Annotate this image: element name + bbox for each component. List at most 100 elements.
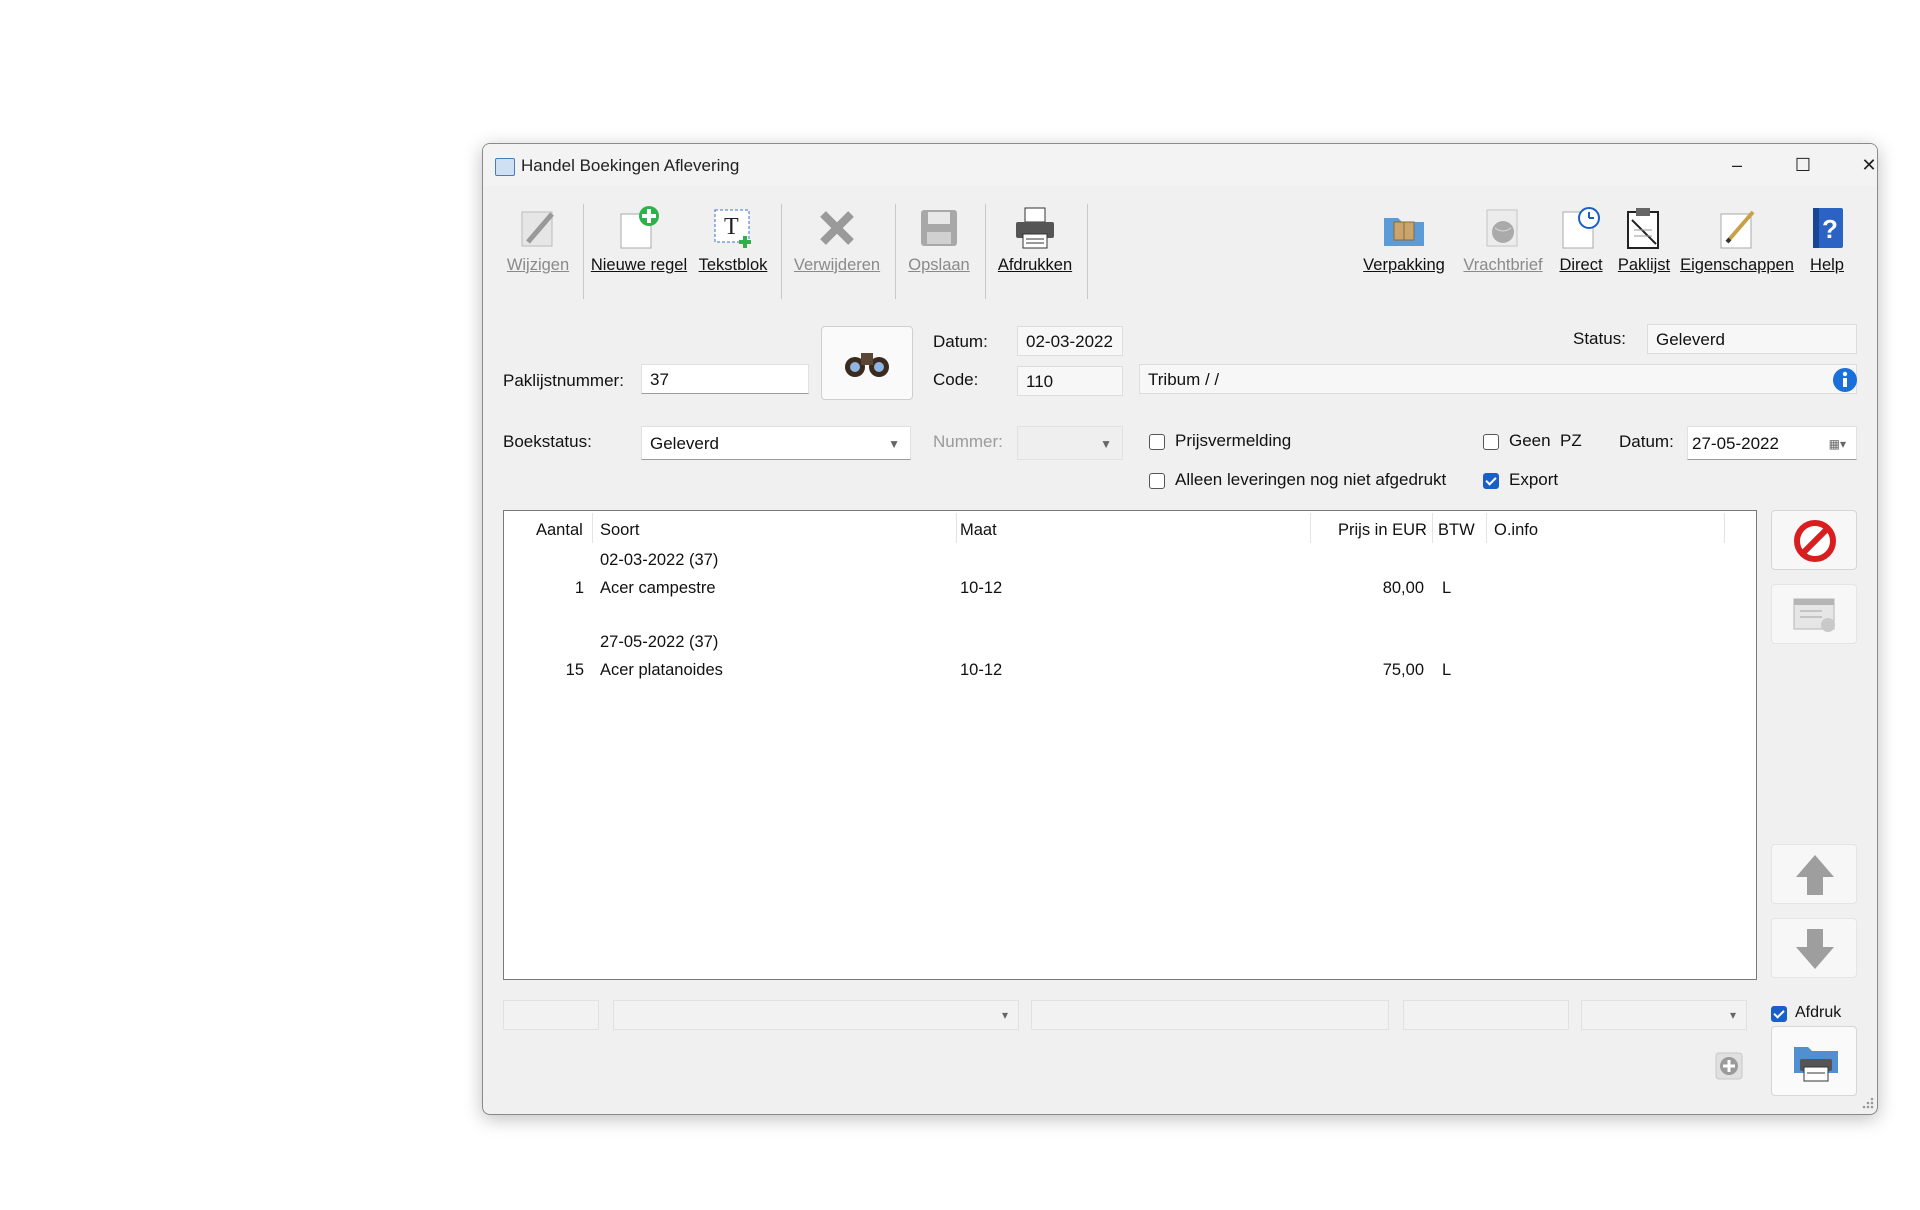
alleen-leveringen-label: Alleen leveringen nog niet afgedrukt [1175,470,1447,489]
datum2-label: Datum: [1619,432,1674,451]
app-icon [495,158,515,176]
search-button[interactable] [821,326,913,400]
arrow-down-icon [1796,929,1834,969]
info-icon[interactable] [1832,367,1858,393]
boekstatus-label: Boekstatus: [503,432,592,451]
nieuwe-regel-button[interactable]: Nieuwe regel [587,194,691,294]
printer-folder-icon [1794,1047,1838,1082]
resize-grip-icon[interactable] [1861,1096,1875,1110]
toolbar-separator [895,204,896,299]
row-btw[interactable]: L [1442,661,1451,680]
direct-button[interactable]: Direct [1553,194,1609,294]
bottom-field-1[interactable] [503,1000,599,1030]
maximize-button[interactable]: ☐ [1775,150,1831,180]
col-soort[interactable]: Soort [600,521,639,540]
export-label: Export [1509,470,1559,489]
datum-field[interactable]: 02-03-2022 [1017,326,1123,356]
boekstatus-value: Geleverd [650,434,719,453]
afdruk-checkbox[interactable] [1771,1006,1787,1022]
row-prijs[interactable]: 75,00 [1324,661,1424,680]
minimize-button[interactable]: – [1709,150,1765,180]
bottom-field-2[interactable] [1031,1000,1389,1030]
status-field: Geleverd [1647,324,1857,354]
bottom-select-1[interactable]: ▾ [613,1000,1019,1030]
tekstblok-button[interactable]: T Tekstblok [693,194,773,294]
row-soort[interactable]: Acer campestre [600,579,716,598]
boekstatus-select[interactable]: Geleverd ▼ [641,426,911,460]
bottom-select-2[interactable]: ▾ [1581,1000,1747,1030]
clock-document-icon [1559,206,1603,250]
row-aantal[interactable]: 1 [524,579,584,598]
code-field[interactable]: 110 [1017,366,1123,396]
col-maat[interactable]: Maat [960,521,997,540]
main-window: Handel Boekingen Aflevering – ☐ ✕ Wijzig… [482,143,1878,1115]
col-separator [1432,513,1433,543]
verwijderen-button[interactable]: Verwijderen [785,194,889,294]
alleen-leveringen-checkbox[interactable] [1149,473,1165,489]
afdruk-label: Afdruk [1795,1004,1842,1021]
col-prijs[interactable]: Prijs in EUR [1338,521,1427,540]
verpakking-button[interactable]: Verpakking [1355,194,1453,294]
afdrukken-button[interactable]: Afdrukken [989,194,1081,294]
pencil-icon [516,206,560,250]
text-block-icon: T [711,206,755,250]
binoculars-icon [845,353,889,377]
col-separator [592,513,593,543]
help-book-icon: ? [1805,206,1849,250]
toolbar-separator [1087,204,1088,299]
checklist-icon [1622,206,1666,250]
calendar-dropdown-icon[interactable]: ▦▾ [1829,427,1846,461]
close-button[interactable]: ✕ [1841,150,1877,180]
datum2-picker[interactable]: 27-05-2022 ▦▾ [1687,426,1857,460]
wijzigen-button[interactable]: Wijzigen [499,194,577,294]
paklijstnummer-input[interactable]: 37 [641,364,809,394]
status-label: Status: [1573,329,1626,348]
col-separator [1310,513,1311,543]
bottom-field-3[interactable] [1403,1000,1569,1030]
help-button[interactable]: ? Help [1797,194,1857,294]
toolbar: Wijzigen Nieuwe regel T Tekstblok Verwij… [483,194,1877,304]
paklijst-button[interactable]: Paklijst [1611,194,1677,294]
print-button[interactable] [1771,1026,1857,1096]
col-oinfo[interactable]: O.info [1494,521,1538,540]
opslaan-button[interactable]: Opslaan [899,194,979,294]
prijsvermelding-checkbox[interactable] [1149,434,1165,450]
chevron-down-icon: ▾ [1729,1008,1736,1022]
geen-pz-checkbox[interactable] [1483,434,1499,450]
col-btw[interactable]: BTW [1438,521,1475,540]
row-maat[interactable]: 10-12 [960,579,1002,598]
row-soort[interactable]: Acer platanoides [600,661,723,680]
title-bar: Handel Boekingen Aflevering – ☐ ✕ [483,144,1877,186]
toolbar-separator [583,204,584,299]
vrachtbrief-button[interactable]: Vrachtbrief [1455,194,1551,294]
window-title: Handel Boekingen Aflevering [521,156,740,175]
export-checkbox[interactable] [1483,473,1499,489]
properties-pencil-icon [1715,206,1759,250]
bookings-grid: Aantal Soort Maat Prijs in EUR BTW O.inf… [503,510,1757,980]
arrow-up-icon [1796,855,1834,895]
row-maat[interactable]: 10-12 [960,661,1002,680]
nummer-select[interactable]: ▼ [1017,426,1123,460]
row-aantal[interactable]: 15 [524,661,584,680]
col-separator [1724,513,1725,543]
svg-text:?: ? [1822,214,1838,244]
form-delete-icon [1793,598,1835,632]
col-aantal[interactable]: Aantal [536,521,583,540]
toolbar-separator [985,204,986,299]
move-up-button[interactable] [1771,844,1857,904]
row-prijs[interactable]: 80,00 [1324,579,1424,598]
save-disk-icon [917,206,961,250]
add-icon[interactable] [1715,1052,1743,1080]
cancel-button[interactable] [1771,510,1857,570]
delete-record-button[interactable] [1771,584,1857,644]
relatie-field[interactable]: Tribum / / [1139,364,1857,394]
eigenschappen-button[interactable]: Eigenschappen [1679,194,1795,294]
row-btw[interactable]: L [1442,579,1451,598]
toolbar-separator [781,204,782,299]
new-row-icon [617,206,661,250]
relatie-text: Tribum / / [1148,370,1220,389]
delete-x-icon [815,206,859,250]
move-down-button[interactable] [1771,918,1857,978]
group-date-row[interactable]: 02-03-2022 (37) [600,551,718,570]
group-date-row[interactable]: 27-05-2022 (37) [600,633,718,652]
